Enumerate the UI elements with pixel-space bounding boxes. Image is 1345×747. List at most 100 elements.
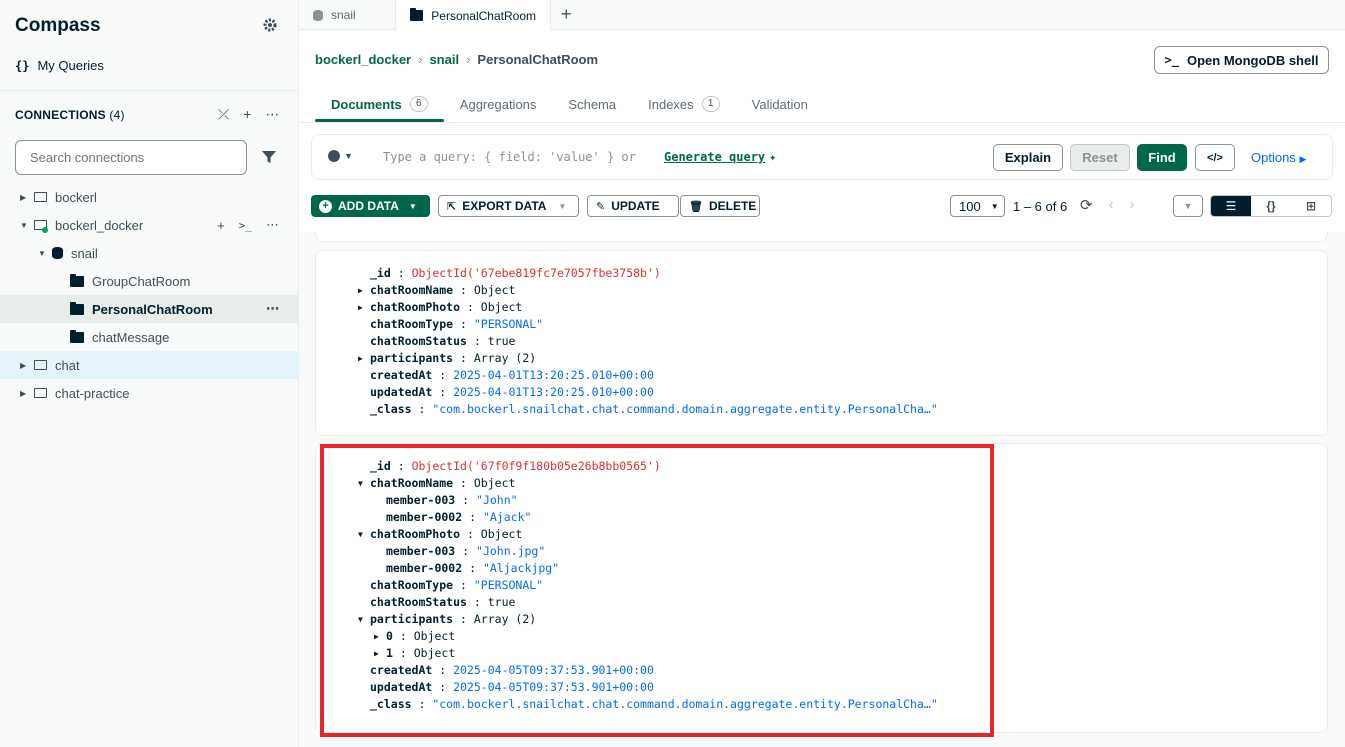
field-value[interactable]: true bbox=[488, 334, 516, 348]
chevron-left-icon[interactable]: ‹ bbox=[1109, 196, 1114, 214]
document-card bbox=[315, 232, 1328, 242]
field-value[interactable]: 2025-04-01T13:20:25.010+00:00 bbox=[453, 368, 654, 382]
tab-personalchatroom[interactable]: PersonalChatRoom bbox=[395, 0, 551, 31]
tab-documents[interactable]: Documents 6 bbox=[315, 86, 444, 122]
tab-validation[interactable]: Validation bbox=[736, 86, 824, 122]
folder-icon bbox=[70, 273, 84, 287]
field-key: _id bbox=[370, 266, 391, 280]
plus-circle-icon: + bbox=[319, 199, 332, 213]
tab-aggregations[interactable]: Aggregations bbox=[444, 86, 553, 122]
document-field: ▶ participants : Array (2) bbox=[358, 351, 537, 365]
export-data-label: EXPORT DATA bbox=[462, 199, 547, 213]
field-value[interactable]: Object bbox=[481, 300, 523, 314]
more-icon[interactable]: ⋯ bbox=[265, 106, 279, 123]
query-history-button[interactable]: ▼ bbox=[328, 150, 353, 162]
caret-right-icon[interactable]: ▶ bbox=[20, 389, 30, 398]
search-connections-input[interactable] bbox=[15, 140, 247, 175]
my-queries-link[interactable]: {} My Queries bbox=[15, 58, 104, 73]
export-data-button[interactable]: ⇱ EXPORT DATA ▼ bbox=[438, 195, 579, 217]
add-connection-icon[interactable]: + bbox=[243, 106, 251, 123]
field-value[interactable]: "PERSONAL" bbox=[474, 317, 543, 331]
tab-label: Documents bbox=[331, 96, 402, 112]
divider bbox=[0, 90, 299, 91]
more-icon[interactable]: ⋯ bbox=[266, 301, 279, 317]
highlight-box bbox=[320, 444, 994, 737]
json-view-icon[interactable]: {} bbox=[1251, 196, 1291, 216]
sidebar-item-groupchatroom[interactable]: GroupChatRoom bbox=[0, 267, 299, 295]
sidebar-item-bockerl-docker[interactable]: ▼ bockerl_docker + >_ ⋯ bbox=[0, 211, 299, 239]
tab-label: Indexes bbox=[648, 96, 694, 112]
breadcrumb: bockerl_docker › snail › PersonalChatRoo… bbox=[315, 52, 598, 67]
collection-tabs: Documents 6 Aggregations Schema Indexes 1 … bbox=[315, 86, 824, 122]
options-toggle[interactable]: Options ▶ bbox=[1251, 150, 1306, 165]
sidebar-item-snail[interactable]: ▼ snail bbox=[0, 239, 299, 267]
tab-label: Schema bbox=[568, 96, 617, 112]
sidebar-item-label: snail bbox=[71, 245, 98, 261]
field-value[interactable]: ObjectId('67ebe819fc7e7057fbe3758b') bbox=[412, 266, 661, 280]
caret-down-icon[interactable]: ▼ bbox=[20, 221, 30, 230]
connections-count: (4) bbox=[109, 108, 125, 122]
field-value[interactable]: Array (2) bbox=[474, 351, 536, 365]
open-shell-button[interactable]: >_ Open MongoDB shell bbox=[1154, 46, 1329, 74]
sidebar-item-personalchatroom[interactable]: PersonalChatRoom ⋯ bbox=[0, 295, 299, 323]
sidebar-item-chat[interactable]: ▶ chat bbox=[0, 351, 299, 379]
delete-button[interactable]: 🗑 DELETE bbox=[680, 195, 760, 217]
breadcrumb-database[interactable]: snail bbox=[429, 52, 459, 67]
collapse-icon[interactable]: ⤫ bbox=[218, 106, 229, 123]
caret-right-icon[interactable]: ▶ bbox=[20, 193, 30, 202]
reset-button[interactable]: Reset bbox=[1070, 144, 1130, 171]
page-size-select[interactable]: 100 ▼ bbox=[950, 195, 1005, 217]
code-icon[interactable]: </> bbox=[1195, 144, 1235, 171]
chevron-right-icon[interactable]: › bbox=[1130, 196, 1135, 214]
tab-snail[interactable]: snail bbox=[299, 0, 395, 30]
view-dropdown[interactable]: ▼ bbox=[1173, 195, 1203, 217]
caret-right-icon[interactable]: ▶ bbox=[358, 350, 363, 367]
query-input[interactable]: Type a query: { field: 'value' } or bbox=[383, 150, 636, 164]
chevron-down-icon: ▼ bbox=[1183, 201, 1193, 211]
new-tab-icon[interactable]: + bbox=[561, 4, 572, 25]
update-button[interactable]: ✎ UPDATE bbox=[587, 195, 679, 217]
add-data-button[interactable]: + ADD DATA ▼ bbox=[311, 195, 430, 217]
sidebar-item-chatmessage[interactable]: chatMessage bbox=[0, 323, 299, 351]
app-title: Compass bbox=[15, 15, 101, 36]
caret-right-icon[interactable]: ▶ bbox=[358, 299, 363, 316]
list-view-icon[interactable]: ☰ bbox=[1211, 196, 1251, 216]
field-key: chatRoomName bbox=[370, 283, 454, 297]
document-field: _id : ObjectId('67ebe819fc7e7057fbe3758b… bbox=[370, 266, 661, 280]
connection-actions: + >_ ⋯ bbox=[217, 217, 279, 233]
tab-label: Aggregations bbox=[459, 96, 537, 112]
workspace-tabs: snail PersonalChatRoom + bbox=[299, 0, 1345, 31]
generate-query-link[interactable]: Generate query ✦ bbox=[664, 150, 776, 164]
sidebar-item-chat-practice[interactable]: ▶ chat-practice bbox=[0, 379, 299, 407]
open-shell-label: Open MongoDB shell bbox=[1187, 52, 1319, 68]
table-view-icon[interactable]: ⊞ bbox=[1291, 196, 1331, 216]
breadcrumb-connection[interactable]: bockerl_docker bbox=[315, 52, 411, 67]
export-icon: ⇱ bbox=[447, 200, 457, 213]
filter-icon[interactable] bbox=[262, 150, 276, 164]
monitor-icon bbox=[34, 360, 47, 370]
update-label: UPDATE bbox=[611, 199, 660, 213]
field-value[interactable]: 2025-04-01T13:20:25.010+00:00 bbox=[453, 385, 654, 399]
tab-label: snail bbox=[331, 8, 356, 22]
refresh-icon[interactable]: ⟳ bbox=[1080, 196, 1093, 214]
document-field: updatedAt : 2025-04-01T13:20:25.010+00:0… bbox=[370, 385, 654, 399]
field-value[interactable]: "com.bockerl.snailchat.chat.command.doma… bbox=[432, 402, 937, 416]
options-label: Options bbox=[1251, 150, 1296, 165]
gear-icon[interactable] bbox=[262, 17, 278, 33]
field-key: participants bbox=[370, 351, 454, 365]
caret-down-icon[interactable]: ▼ bbox=[38, 249, 48, 258]
add-database-icon[interactable]: + bbox=[217, 218, 225, 233]
more-icon[interactable]: ⋯ bbox=[266, 217, 279, 233]
caret-right-icon[interactable]: ▶ bbox=[20, 361, 30, 370]
pagination-controls: ⟳ ‹ › bbox=[1080, 196, 1135, 214]
explain-button[interactable]: Explain bbox=[993, 144, 1063, 171]
field-value[interactable]: Object bbox=[474, 283, 516, 297]
field-key: createdAt bbox=[370, 368, 433, 382]
caret-right-icon[interactable]: ▶ bbox=[358, 282, 363, 299]
shell-icon[interactable]: >_ bbox=[239, 219, 252, 232]
tab-indexes[interactable]: Indexes 1 bbox=[632, 86, 736, 122]
document-field: chatRoomStatus : true bbox=[370, 334, 516, 348]
sidebar-item-bockerl[interactable]: ▶ bockerl bbox=[0, 183, 299, 211]
find-button[interactable]: Find bbox=[1137, 144, 1187, 171]
tab-schema[interactable]: Schema bbox=[552, 86, 632, 122]
